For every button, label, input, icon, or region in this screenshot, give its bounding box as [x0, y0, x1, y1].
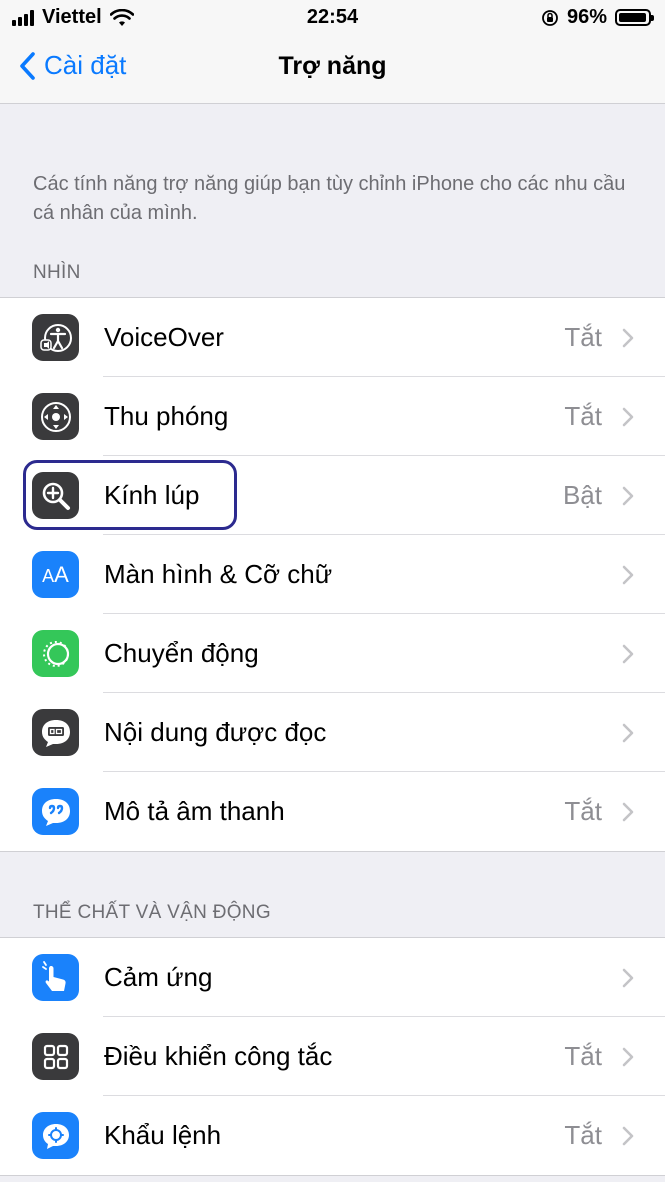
chevron-right-icon [622, 802, 634, 821]
row-audio-descriptions[interactable]: Mô tả âm thanh Tắt [0, 772, 665, 851]
chevron-right-icon [622, 328, 634, 347]
chevron-right-icon [622, 1047, 634, 1066]
navigation-bar: Cài đặt Trợ năng [0, 34, 665, 104]
row-switch-control[interactable]: Điều khiển công tắc Tắt [0, 1017, 665, 1096]
spoken-content-icon [32, 709, 79, 756]
zoom-icon [32, 393, 79, 440]
row-value: Tắt [564, 1120, 602, 1150]
orientation-lock-icon [542, 9, 558, 26]
vision-settings-group: VoiceOver Tắt Thu phóng Tắt Kính lúp Bật [0, 297, 665, 852]
row-touch[interactable]: Cảm ứng [0, 938, 665, 1017]
row-value: Tắt [564, 322, 602, 352]
row-motion[interactable]: Chuyển động [0, 614, 665, 693]
row-label: Thu phóng [104, 401, 229, 431]
battery-percentage: 96% [566, 6, 607, 28]
voice-control-icon [32, 1112, 79, 1159]
row-label: Mô tả âm thanh [104, 796, 285, 826]
row-display-text-size[interactable]: AA Màn hình & Cỡ chữ [0, 535, 665, 614]
motion-icon [32, 630, 79, 677]
voiceover-icon [32, 314, 79, 361]
row-value: Tắt [564, 796, 602, 826]
row-spoken-content[interactable]: Nội dung được đọc [0, 693, 665, 772]
chevron-right-icon [622, 723, 634, 742]
row-value: Tắt [564, 401, 602, 431]
row-voiceover[interactable]: VoiceOver Tắt [0, 298, 665, 377]
row-value: Tắt [564, 1041, 602, 1071]
row-voice-control[interactable]: Khẩu lệnh Tắt [0, 1096, 665, 1175]
switch-control-icon [32, 1033, 79, 1080]
row-label: Cảm ứng [104, 962, 213, 992]
chevron-right-icon [622, 644, 634, 663]
row-zoom[interactable]: Thu phóng Tắt [0, 377, 665, 456]
chevron-right-icon [622, 407, 634, 426]
chevron-right-icon [622, 486, 634, 505]
chevron-right-icon [622, 565, 634, 584]
page-title: Trợ năng [278, 52, 387, 80]
row-label: VoiceOver [104, 322, 224, 352]
highlight-frame [23, 460, 237, 530]
row-label: Điều khiển công tắc [104, 1041, 333, 1071]
chevron-right-icon [622, 968, 634, 987]
touch-icon [32, 954, 79, 1001]
physical-motor-settings-group: Cảm ứng Điều khiển công tắc Tắt Khẩu lện… [0, 937, 665, 1176]
chevron-right-icon [622, 1126, 634, 1145]
audio-description-icon [32, 788, 79, 835]
row-label: Khẩu lệnh [104, 1120, 222, 1150]
row-label: Chuyển động [104, 638, 259, 668]
section-header-vision: NHÌN [33, 262, 81, 283]
battery-icon [615, 9, 654, 26]
section-header-physical-motor: THỂ CHẤT VÀ VẬN ĐỘNG [33, 902, 271, 923]
row-label: Màn hình & Cỡ chữ [104, 559, 333, 589]
status-bar: Viettel 22:54 96% [0, 0, 665, 34]
row-value: Bật [562, 480, 602, 510]
row-label: Nội dung được đọc [104, 717, 327, 747]
intro-description: Các tính năng trợ năng giúp bạn tùy chỉn… [33, 173, 626, 224]
text-size-icon: AA [32, 551, 79, 598]
